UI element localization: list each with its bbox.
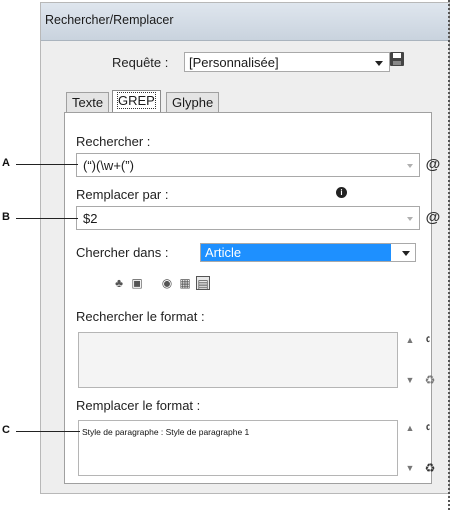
scroll-up-icon[interactable]: ▲ bbox=[402, 420, 418, 436]
format-search-icon[interactable]: 𝔠 bbox=[420, 330, 436, 346]
info-icon: i bbox=[336, 187, 347, 198]
tab-glyphe[interactable]: Glyphe bbox=[166, 92, 220, 112]
find-format-label: Rechercher le format : bbox=[76, 309, 205, 324]
title-bar: Rechercher/Remplacer bbox=[41, 3, 449, 41]
chevron-down-icon bbox=[402, 251, 410, 256]
search-input[interactable]: (“)(\w+(”) bbox=[76, 153, 420, 177]
window-title: Rechercher/Remplacer bbox=[45, 13, 174, 27]
chevron-down-icon bbox=[375, 61, 383, 66]
search-in-value: Article bbox=[205, 245, 242, 260]
search-value: (“)(\w+(”) bbox=[83, 158, 134, 173]
chevron-down-icon[interactable] bbox=[407, 217, 413, 221]
change-format-box[interactable]: Style de paragraphe : Style de paragraph… bbox=[78, 420, 398, 476]
replace-value: $2 bbox=[83, 211, 98, 226]
search-label: Rechercher : bbox=[76, 134, 151, 149]
master-pages-icon[interactable]: ▦ bbox=[178, 276, 192, 290]
find-format-box[interactable] bbox=[78, 332, 398, 388]
hidden-layers-icon[interactable]: ◉ bbox=[160, 276, 174, 290]
tab-label: Glyphe bbox=[172, 95, 214, 110]
format-search-icon[interactable]: 𝔠 bbox=[420, 418, 436, 434]
special-chars-replace-icon[interactable]: @ bbox=[424, 209, 442, 227]
clear-format-icon[interactable]: ♻ bbox=[422, 372, 438, 388]
callout-b-line bbox=[16, 218, 78, 219]
tab-texte[interactable]: Texte bbox=[66, 92, 110, 112]
change-format-value: Style de paragraphe : Style de paragraph… bbox=[82, 427, 250, 437]
footnotes-icon[interactable]: ▤ bbox=[196, 276, 210, 291]
special-chars-search-icon[interactable]: @ bbox=[424, 156, 442, 174]
scroll-down-icon[interactable]: ▼ bbox=[402, 372, 418, 388]
tab-label: GREP bbox=[117, 92, 156, 109]
locked-layers-icon[interactable]: ♣ bbox=[112, 276, 126, 290]
scroll-up-icon[interactable]: ▲ bbox=[402, 332, 418, 348]
replace-label: Remplacer par : bbox=[76, 187, 169, 202]
query-select[interactable]: [Personnalisée] bbox=[184, 52, 390, 72]
scroll-down-icon[interactable]: ▼ bbox=[402, 460, 418, 476]
callout-c-line bbox=[16, 431, 80, 432]
locked-stories-icon[interactable]: ▣ bbox=[130, 276, 144, 290]
change-format-label: Remplacer le format : bbox=[76, 398, 201, 413]
callout-c: C bbox=[2, 424, 10, 436]
query-label: Requête : bbox=[112, 55, 169, 70]
callout-b: B bbox=[2, 211, 10, 223]
callout-a: A bbox=[2, 157, 10, 169]
replace-input[interactable]: $2 bbox=[76, 206, 420, 230]
chevron-down-icon[interactable] bbox=[407, 164, 413, 168]
dialog-edge bbox=[448, 0, 450, 510]
tab-grep[interactable]: GREP bbox=[112, 90, 161, 113]
clear-format-icon[interactable]: ♻ bbox=[422, 460, 438, 476]
search-in-label: Chercher dans : bbox=[76, 245, 169, 260]
tab-label: Texte bbox=[72, 95, 104, 110]
search-in-select[interactable]: Article bbox=[200, 243, 416, 262]
callout-a-line bbox=[16, 164, 78, 165]
save-query-icon[interactable] bbox=[390, 52, 404, 66]
query-value: [Personnalisée] bbox=[189, 55, 279, 70]
